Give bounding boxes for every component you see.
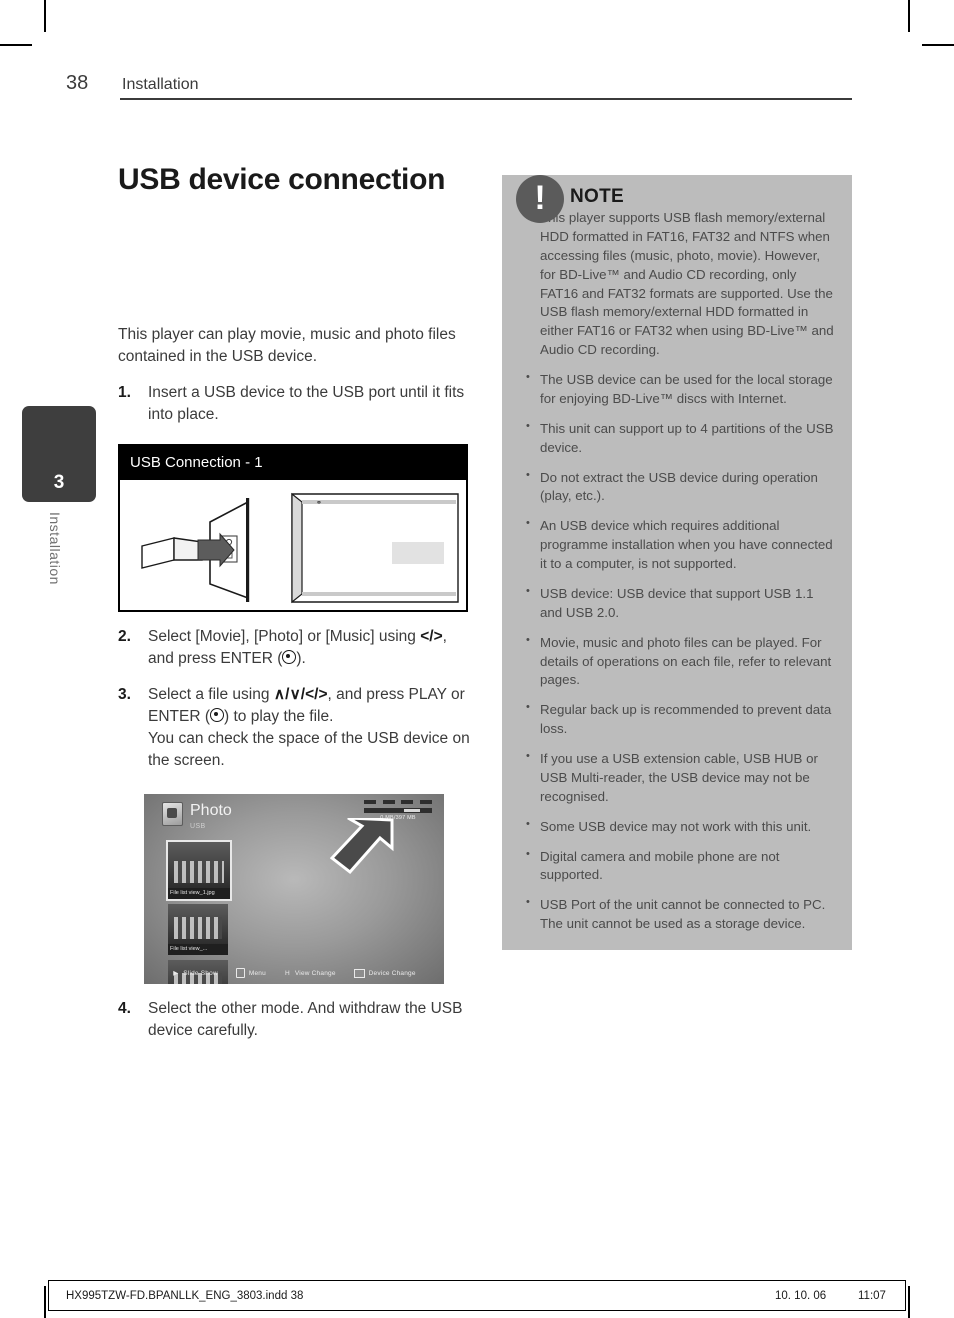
step-4-text: Select the other mode. And withdraw the …	[148, 1000, 463, 1040]
osd-source-label: USB	[190, 823, 206, 831]
steps-list-final: 4. Select the other mode. And withdraw t…	[118, 998, 470, 1042]
device-change-icon	[353, 968, 365, 978]
capacity-bar	[364, 808, 432, 814]
note-bullet: If you use a USB extension cable, USB HU…	[524, 749, 834, 807]
view-change-icon: H	[285, 969, 290, 977]
step-2-text-end: ).	[296, 650, 306, 668]
note-bullet: USB Port of the unit cannot be connected…	[524, 895, 834, 934]
steps-list: 1. Insert a USB device to the USB port u…	[118, 382, 470, 426]
footer-date: 10. 10. 06	[775, 1290, 827, 1302]
chapter-tab: 3	[22, 406, 96, 502]
crop-mark-top-left-horizontal	[0, 44, 32, 46]
intro-paragraph: This player can play movie, music and ph…	[118, 326, 456, 366]
photo-osd-screenshot: Photo USB 0 MB/397 MB File list view_1.j…	[144, 794, 444, 985]
step-3-text-end: ) to play the file.	[224, 708, 334, 726]
list-item[interactable]: File list view_1.jpg	[166, 840, 232, 902]
note-exclamation-icon: !	[516, 175, 564, 223]
chapter-label: Installation	[47, 512, 63, 585]
header-rule	[120, 98, 852, 100]
note-bullet: The USB device can be used for the local…	[524, 370, 834, 409]
crop-mark-bottom-right-vertical	[908, 1286, 910, 1318]
thumbnail-image	[168, 842, 230, 889]
step-2: 2. Select [Movie], [Photo] or [Music] us…	[118, 626, 470, 670]
step-3-arrow-glyphs: ∧/∨/</>	[273, 686, 328, 704]
osd-button-device-change[interactable]: Device Change	[353, 968, 416, 978]
note-bullet: This player supports USB flash memory/ex…	[524, 208, 834, 360]
thumbnail-label: File list view_...	[168, 944, 228, 956]
step-3-text-before: Select a file using	[148, 686, 274, 704]
osd-button-label: Slide Show	[183, 969, 218, 977]
osd-button-slide-show[interactable]: ▶ Slide Show	[172, 969, 218, 978]
step-1-text: Insert a USB device to the USB port unti…	[148, 384, 465, 424]
note-bullet: Do not extract the USB device during ope…	[524, 468, 834, 507]
note-bullet: Digital camera and mobile phone are not …	[524, 847, 834, 886]
crop-mark-top-right-horizontal	[922, 44, 954, 46]
osd-button-bar: ▶ Slide Show Menu H View Change Device C…	[144, 968, 444, 979]
thumbnail-image	[168, 904, 228, 945]
list-item[interactable]: File list view_...	[168, 904, 228, 956]
note-bullet: Regular back up is recommended to preven…	[524, 700, 834, 739]
osd-button-menu[interactable]: Menu	[235, 968, 266, 979]
footer-rule-bottom	[48, 1310, 906, 1311]
play-icon: ▶	[173, 970, 179, 978]
footer-edge-right	[905, 1280, 906, 1311]
usb-figure-caption: USB Connection - 1	[120, 446, 466, 481]
menu-icon	[235, 968, 245, 979]
usb-connection-figure: USB Connection - 1 ⚭	[118, 444, 468, 613]
footer-filename: HX995TZW-FD.BPANLLK_ENG_3803.indd 38	[66, 1290, 304, 1302]
note-bullet: Some USB device may not work with this u…	[524, 817, 834, 837]
osd-thumbnail-list: File list view_1.jpg File list view_... …	[166, 840, 234, 985]
steps-list-continued: 2. Select [Movie], [Photo] or [Music] us…	[118, 626, 470, 772]
crop-mark-top-right-vertical	[908, 0, 910, 32]
osd-button-view-change[interactable]: H View Change	[284, 970, 336, 977]
note-bullet: This unit can support up to 4 partitions…	[524, 419, 834, 458]
footer-edge-left	[48, 1280, 49, 1311]
thumbnail-label: File list view_1.jpg	[168, 888, 230, 900]
enter-button-icon	[210, 708, 224, 723]
photo-icon	[162, 802, 183, 827]
page-header: 38 Installation	[66, 72, 852, 95]
note-bullet: Movie, music and photo files can be play…	[524, 633, 834, 691]
footer-time: 11:07	[858, 1290, 886, 1302]
callout-arrow-icon	[330, 818, 394, 875]
note-box: This player supports USB flash memory/ex…	[502, 175, 852, 950]
step-1-number: 1.	[118, 384, 131, 402]
capacity-dashes	[364, 800, 432, 805]
right-column: This player supports USB flash memory/ex…	[502, 175, 852, 950]
osd-button-label: Device Change	[368, 969, 416, 977]
chapter-number: 3	[53, 472, 65, 493]
note-heading: NOTE	[570, 186, 624, 207]
enter-button-icon	[282, 650, 297, 665]
svg-text:⚭: ⚭	[316, 500, 322, 507]
left-column: USB device connection This player can pl…	[118, 160, 470, 1042]
usb-insert-diagram: ⚭	[141, 492, 459, 604]
footer-rule-top	[48, 1280, 906, 1281]
step-4: 4. Select the other mode. And withdraw t…	[118, 998, 470, 1042]
osd-button-label: View Change	[294, 969, 336, 977]
step-3: 3. Select a file using ∧/∨/</>, and pres…	[118, 684, 470, 772]
step-3-text-extra: You can check the space of the USB devic…	[148, 730, 470, 770]
crop-mark-top-left-vertical	[44, 0, 46, 32]
osd-button-label: Menu	[248, 969, 266, 977]
step-3-number: 3.	[118, 686, 131, 704]
step-2-number: 2.	[118, 628, 131, 646]
page-title: USB device connection	[118, 163, 446, 196]
note-bullet: USB device: USB device that support USB …	[524, 584, 834, 623]
page-number: 38	[66, 72, 89, 94]
step-2-arrow-glyphs: </>	[420, 628, 443, 646]
step-1: 1. Insert a USB device to the USB port u…	[118, 382, 470, 426]
usb-figure-illustration: ⚭	[120, 480, 466, 611]
step-2-text-before: Select [Movie], [Photo] or [Music] using	[148, 628, 421, 646]
step-4-number: 4.	[118, 1000, 131, 1018]
osd-title: Photo	[190, 802, 232, 820]
crop-mark-bottom-left-vertical	[44, 1286, 46, 1318]
osd-header: Photo USB	[162, 802, 232, 830]
note-bullet: An USB device which requires additional …	[524, 516, 834, 574]
note-bullet-list: This player supports USB flash memory/ex…	[524, 208, 834, 934]
section-title: Installation	[122, 76, 199, 93]
